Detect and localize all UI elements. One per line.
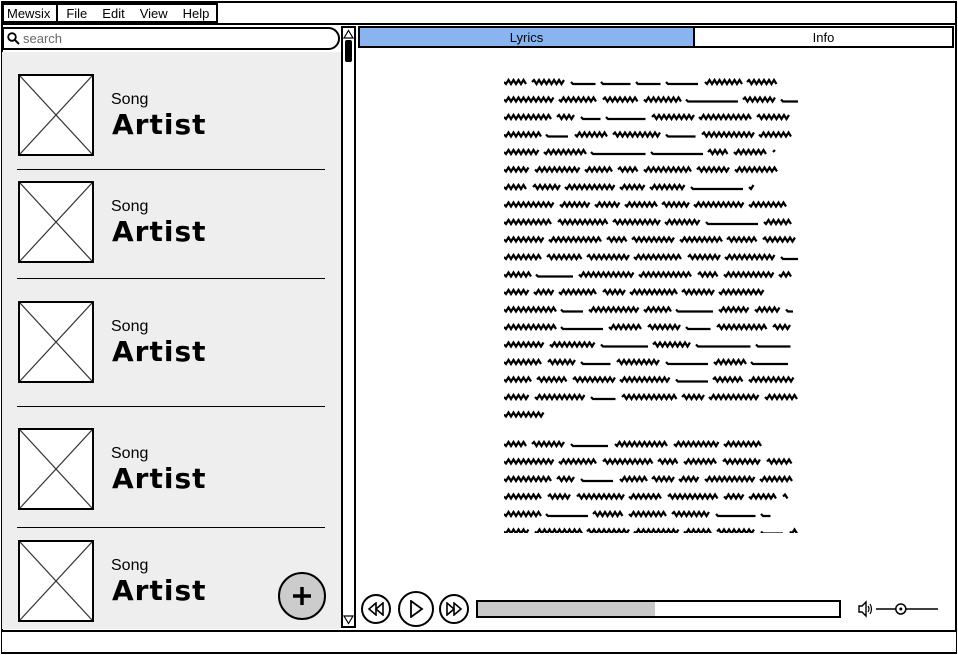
album-art-placeholder <box>18 301 94 383</box>
scribble-line <box>504 235 796 244</box>
scribble-line <box>504 168 782 172</box>
album-art-placeholder <box>18 428 94 510</box>
album-art-placeholder <box>18 540 94 622</box>
scribble-line <box>504 375 795 384</box>
list-item[interactable]: Song Artist <box>2 301 341 387</box>
list-item[interactable]: Song Artist <box>2 181 341 267</box>
scribble-line <box>504 200 787 209</box>
progress-fill <box>478 602 655 616</box>
song-list: Song Artist Song Artist Song Artist Song… <box>2 52 341 629</box>
scribble-line <box>504 509 771 519</box>
scribble-line <box>504 527 798 533</box>
scribble-line <box>504 340 791 349</box>
scribble-line <box>504 270 792 279</box>
tab-lyrics[interactable]: Lyrics <box>360 28 695 46</box>
lyrics-placeholder-text <box>504 73 804 533</box>
list-item[interactable]: Song Artist <box>2 428 341 514</box>
list-divider <box>17 278 325 279</box>
artist-name: Artist <box>112 335 207 368</box>
add-song-button[interactable] <box>278 572 326 620</box>
artist-name: Artist <box>112 462 207 495</box>
search-icon <box>7 32 20 45</box>
album-art-placeholder <box>18 74 94 156</box>
menu-help[interactable]: Help <box>175 6 217 21</box>
app-name: Mewsix <box>4 5 59 21</box>
list-divider <box>17 406 325 407</box>
scribble-line <box>504 322 791 332</box>
list-divider <box>17 527 325 528</box>
artist-name: Artist <box>112 215 207 248</box>
scroll-down-arrow-icon[interactable] <box>343 614 354 625</box>
scribble-line <box>504 147 776 157</box>
menu-file[interactable]: File <box>58 6 94 21</box>
tab-info[interactable]: Info <box>695 28 952 46</box>
scribble-line <box>504 130 792 139</box>
scribble-line <box>504 252 798 262</box>
fast-forward-icon <box>446 602 463 616</box>
scribble-line <box>504 492 789 501</box>
volume-slider[interactable] <box>874 602 940 616</box>
scribble-line <box>504 305 793 314</box>
search-box <box>2 27 340 50</box>
scrollbar-thumb[interactable] <box>345 40 352 62</box>
song-title: Song <box>111 198 149 215</box>
song-title: Song <box>111 91 149 108</box>
scribble-line <box>504 217 792 227</box>
album-art-placeholder <box>18 181 94 263</box>
scroll-up-arrow-icon[interactable] <box>343 29 354 40</box>
plus-icon <box>293 587 311 605</box>
play-icon <box>410 600 424 618</box>
scribble-line <box>504 77 778 87</box>
scribble-line <box>504 115 794 119</box>
list-divider <box>17 169 325 170</box>
scribble-line <box>504 357 788 367</box>
scribble-line <box>504 95 798 104</box>
rewind-button[interactable] <box>361 594 391 624</box>
menu-bar: Mewsix File Edit View Help <box>2 3 219 23</box>
play-button[interactable] <box>398 591 434 627</box>
scribble-line <box>504 392 798 402</box>
playback-progress-bar[interactable] <box>476 600 841 618</box>
song-title: Song <box>111 318 149 335</box>
scribble-line <box>504 457 793 466</box>
menu-divider <box>2 23 956 25</box>
search-input[interactable] <box>23 31 313 46</box>
scribble-line <box>504 474 793 484</box>
volume-knob[interactable] <box>895 603 907 615</box>
rewind-icon <box>367 602 384 616</box>
song-list-scrollbar[interactable] <box>341 26 356 628</box>
speaker-icon[interactable] <box>858 600 874 618</box>
status-bar <box>2 630 956 652</box>
artist-name: Artist <box>112 108 207 141</box>
list-item[interactable]: Song Artist <box>2 74 341 160</box>
scribble-line <box>504 287 765 297</box>
artist-name: Artist <box>112 574 207 607</box>
song-title: Song <box>111 557 149 574</box>
song-title: Song <box>111 445 149 462</box>
scribble-line <box>504 182 755 192</box>
scribble-line <box>504 439 762 449</box>
tab-bar: Lyrics Info <box>358 26 954 48</box>
menu-view[interactable]: View <box>132 6 175 21</box>
scribble-line <box>504 410 545 419</box>
menu-edit[interactable]: Edit <box>94 6 131 21</box>
fast-forward-button[interactable] <box>439 594 469 624</box>
